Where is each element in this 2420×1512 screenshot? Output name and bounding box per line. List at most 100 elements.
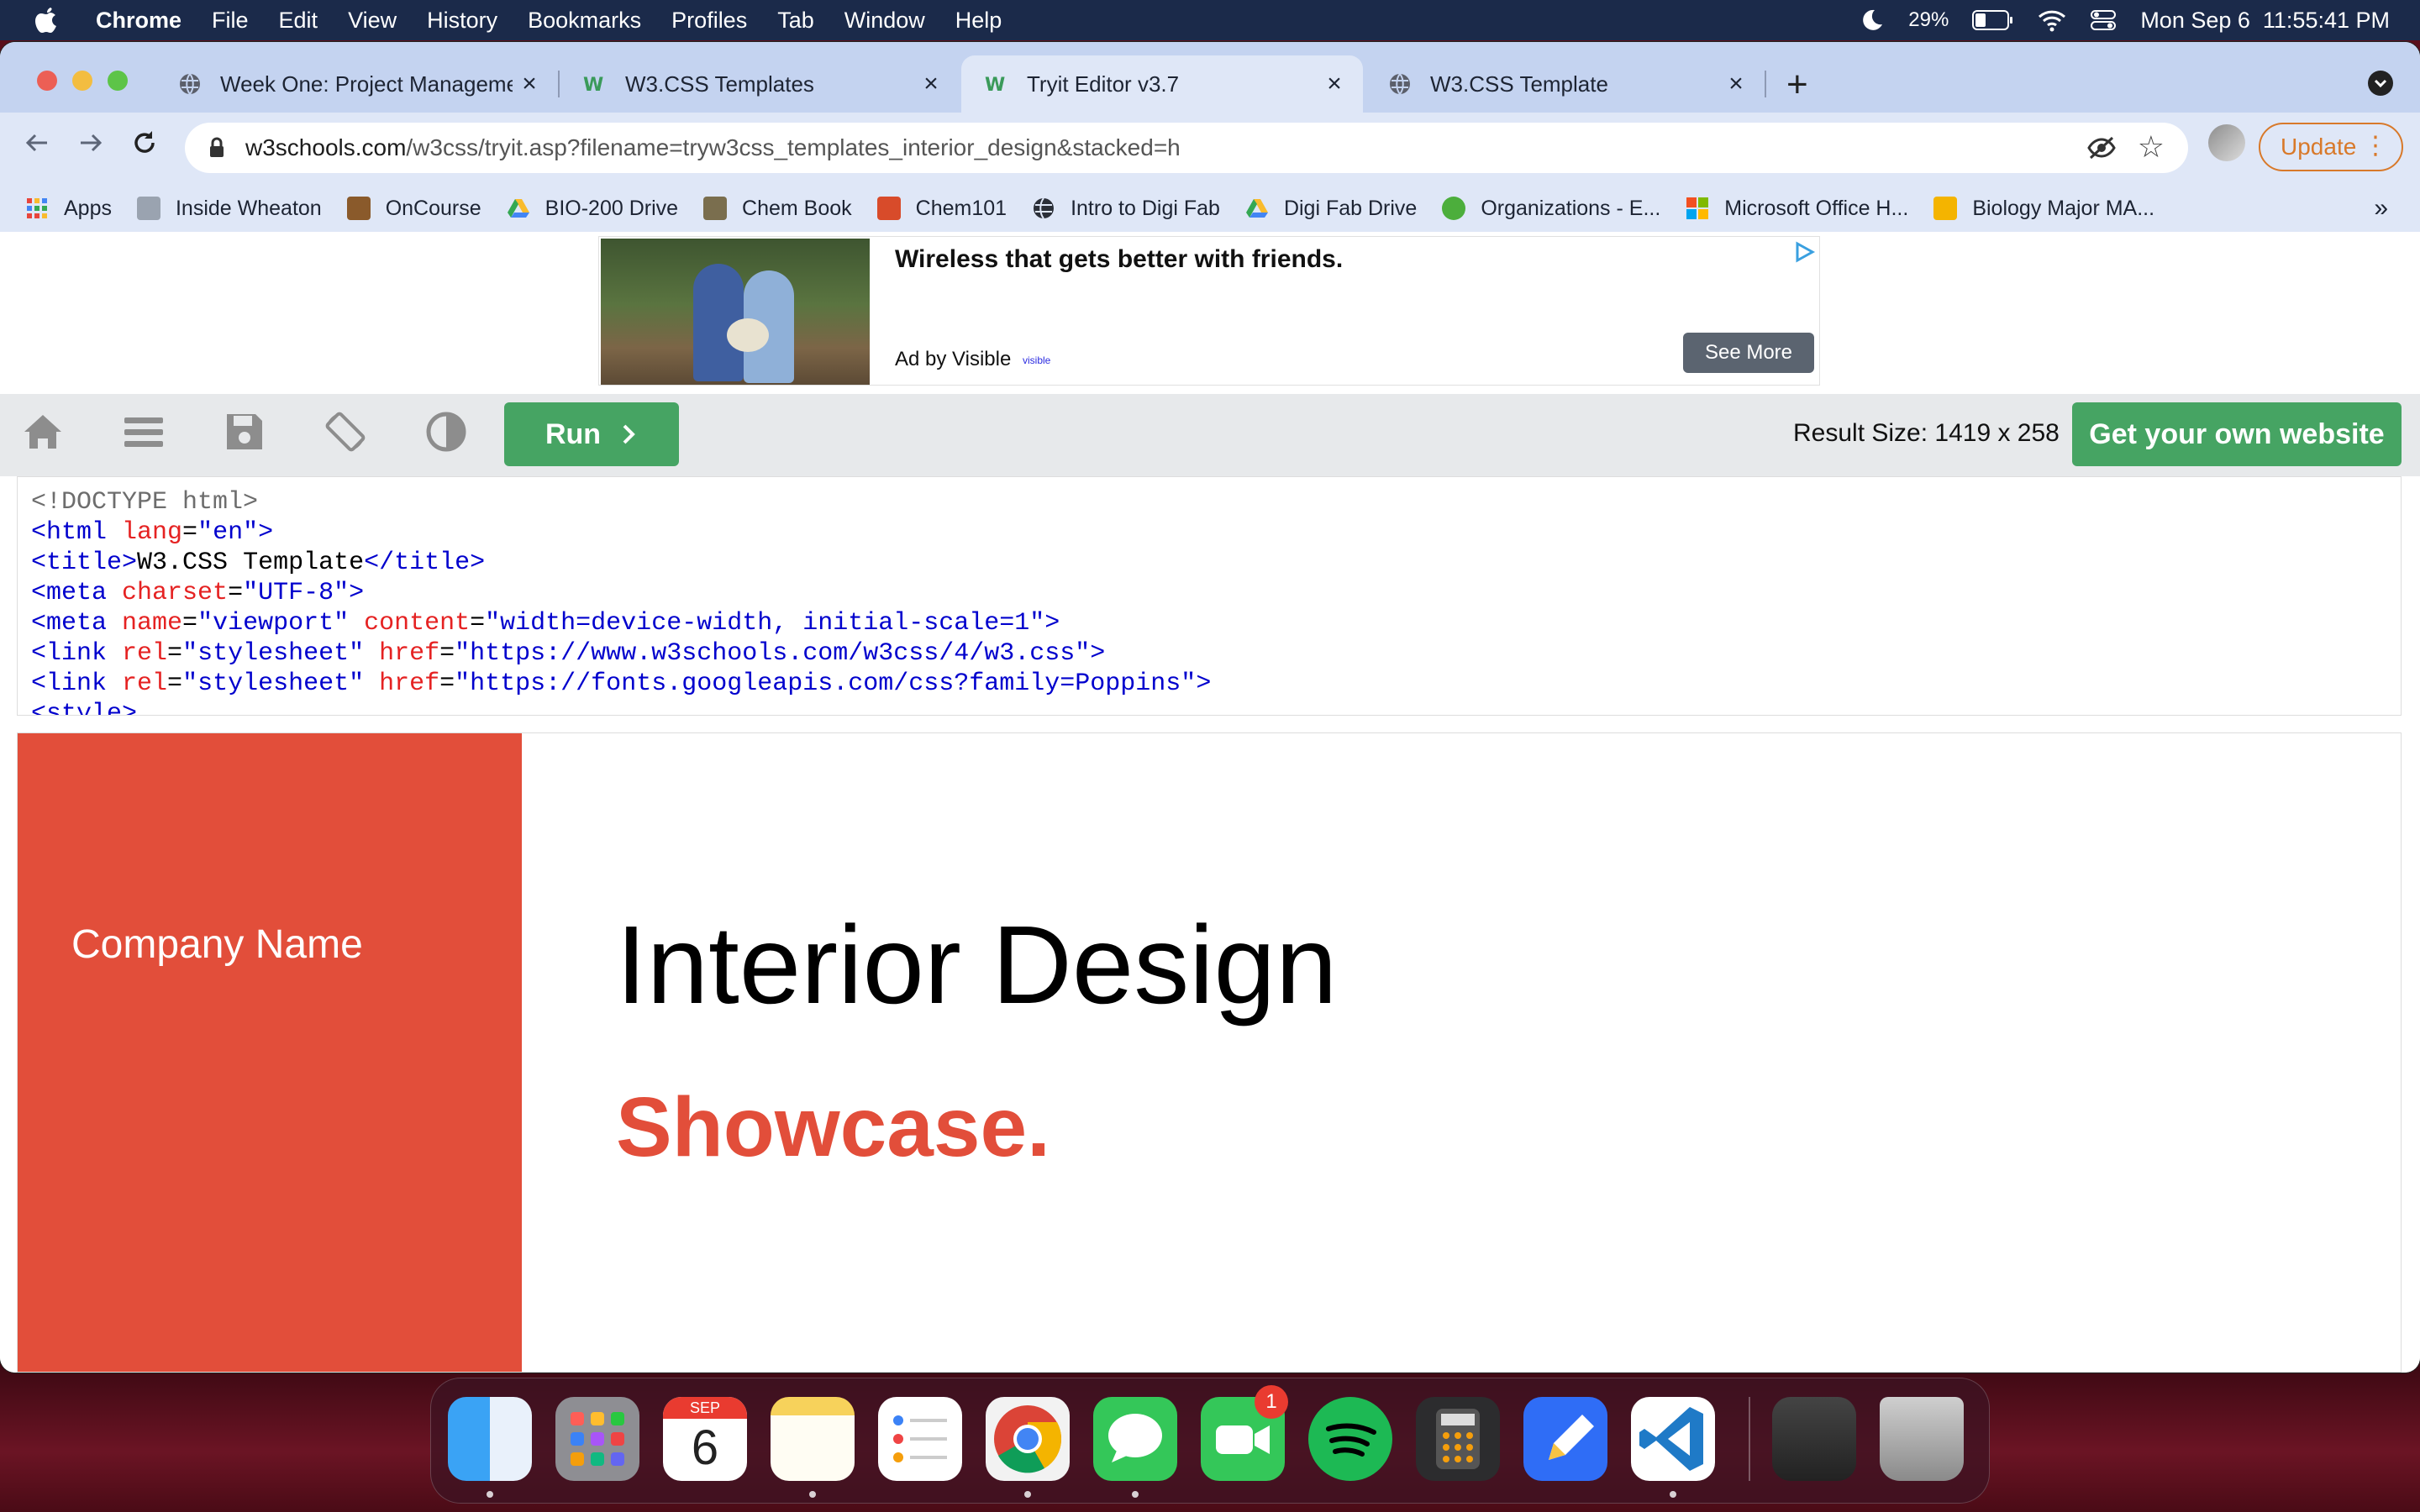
menu-file[interactable]: File (212, 8, 249, 34)
bookmark-chem101[interactable]: Chem101 (876, 197, 1007, 221)
wifi-icon[interactable] (2038, 8, 2066, 32)
menu-edit[interactable]: Edit (279, 8, 318, 34)
google-drive-icon (507, 199, 529, 218)
chrome-icon[interactable] (986, 1397, 1070, 1481)
finder-icon[interactable] (448, 1397, 532, 1481)
globe-icon (1034, 197, 1055, 219)
menu-history[interactable]: History (427, 8, 497, 34)
close-icon[interactable]: × (1719, 70, 1753, 98)
running-indicator (809, 1491, 816, 1498)
lock-icon[interactable] (208, 137, 225, 159)
tab-title: W3.CSS Templates (625, 71, 814, 97)
menu-tab[interactable]: Tab (777, 8, 814, 34)
ad-banner[interactable]: Wireless that gets better with friends. … (598, 236, 1820, 386)
bookmarks-bar: Apps Inside Wheaton OnCourse BIO-200 Dri… (0, 185, 2420, 232)
menu-help[interactable]: Help (955, 8, 1002, 34)
tab-w3css-template[interactable]: W3.CSS Template × (1365, 55, 1765, 113)
calculator-icon[interactable] (1416, 1397, 1500, 1481)
result-frame[interactable]: Company Name Interior Design Showcase. (17, 732, 2402, 1373)
back-button[interactable] (22, 128, 52, 166)
control-center-icon[interactable] (2090, 8, 2117, 32)
url-text[interactable]: w3schools.com/w3css/tryit.asp?filename=t… (245, 134, 1181, 161)
code-line: <html lang="en"> (31, 518, 274, 547)
minimize-window-button[interactable] (72, 71, 92, 91)
save-icon[interactable] (222, 409, 267, 454)
ad-see-more-button[interactable]: See More (1683, 333, 1814, 373)
ad-produce (727, 318, 769, 352)
close-icon[interactable]: × (1318, 70, 1351, 98)
reminders-icon[interactable] (878, 1397, 962, 1481)
menu-app-name[interactable]: Chrome (96, 8, 182, 34)
eye-slash-icon[interactable] (2087, 134, 2116, 161)
spotify-icon[interactable] (1308, 1397, 1392, 1481)
tab-title: W3.CSS Template (1430, 71, 1608, 97)
contrast-icon[interactable] (424, 409, 469, 454)
close-window-button[interactable] (37, 71, 57, 91)
menu-window[interactable]: Window (844, 8, 925, 34)
bookmark-star-icon[interactable]: ☆ (2138, 129, 2165, 165)
menu-profiles[interactable]: Profiles (671, 8, 747, 34)
calendar-month: SEP (663, 1397, 747, 1419)
menu-view[interactable]: View (348, 8, 397, 34)
ad-image[interactable] (601, 239, 870, 385)
bookmark-organizations[interactable]: Organizations - E... (1442, 197, 1660, 221)
chevron-double-right-icon[interactable]: » (2374, 194, 2388, 223)
bookmark-oncourse[interactable]: OnCourse (346, 196, 481, 221)
battery-icon[interactable] (1972, 9, 2014, 31)
get-your-own-website-button[interactable]: Get your own website (2072, 402, 2402, 466)
tab-week-one[interactable]: Week One: Project Managemen × (155, 55, 558, 113)
rotate-layout-icon[interactable] (323, 409, 368, 454)
update-button[interactable]: Update ⋮ (2259, 123, 2403, 171)
chevron-right-icon (623, 424, 635, 444)
reload-button[interactable] (129, 128, 160, 166)
dark-mode-icon[interactable] (1860, 8, 1885, 33)
tab-w3css-templates[interactable]: W W3.CSS Templates × (560, 55, 960, 113)
notes-icon[interactable] (771, 1397, 855, 1481)
bookmark-bio200-drive[interactable]: BIO-200 Drive (507, 197, 678, 221)
bookmark-label: Digi Fab Drive (1283, 196, 1418, 220)
code-line: <meta charset="UTF-8"> (31, 579, 365, 607)
bookmark-biology-major[interactable]: Biology Major MA... (1933, 197, 2154, 221)
menu-bookmarks[interactable]: Bookmarks (528, 8, 641, 34)
code-editor[interactable]: <!DOCTYPE html> <html lang="en"> <title>W3… (17, 476, 2402, 716)
menu-icon[interactable] (121, 409, 166, 454)
bookmark-digi-fab-drive[interactable]: Digi Fab Drive (1245, 197, 1417, 221)
dock-separator (1749, 1397, 1750, 1481)
bookmark-intro-digi-fab[interactable]: Intro to Digi Fab (1032, 197, 1220, 221)
running-indicator (1024, 1491, 1031, 1498)
vscode-logo (1639, 1407, 1703, 1471)
launchpad-icon[interactable] (555, 1397, 639, 1481)
vscode-icon[interactable] (1631, 1397, 1715, 1481)
kebab-menu-icon[interactable]: ⋮ (2363, 131, 2388, 160)
bookmark-inside-wheaton[interactable]: Inside Wheaton (136, 197, 322, 221)
reload-icon (134, 131, 155, 153)
bookmark-apps[interactable]: Apps (25, 197, 112, 221)
tab-tryit-editor[interactable]: W Tryit Editor v3.7 × (961, 55, 1363, 113)
bookmark-chem-book[interactable]: Chem Book (703, 197, 852, 221)
close-icon[interactable]: × (914, 70, 948, 98)
close-icon[interactable]: × (513, 70, 546, 98)
ad-headline[interactable]: Wireless that gets better with friends. (895, 245, 1343, 274)
address-bar[interactable]: w3schools.com/w3css/tryit.asp?filename=t… (185, 123, 2188, 173)
macos-menubar: Chrome File Edit View History Bookmarks … (0, 0, 2420, 40)
update-label: Update (2281, 134, 2357, 160)
script-editor-icon[interactable] (1523, 1397, 1607, 1481)
new-tab-button[interactable]: + (1786, 64, 1808, 106)
adchoices-icon[interactable] (1792, 240, 1816, 264)
ad-byline: Ad by Visible (895, 348, 1012, 370)
bookmark-label: Chem Book (742, 196, 852, 220)
profile-avatar[interactable] (2208, 124, 2245, 161)
bookmark-label: OnCourse (385, 196, 481, 220)
calendar-icon[interactable]: SEP 6 (663, 1397, 747, 1481)
run-button[interactable]: Run (504, 402, 679, 466)
messages-icon[interactable] (1093, 1397, 1177, 1481)
apple-icon[interactable] (34, 6, 59, 34)
home-icon[interactable] (20, 409, 66, 454)
bookmark-microsoft-office[interactable]: Microsoft Office H... (1686, 197, 1908, 221)
zoom-window-button[interactable] (108, 71, 128, 91)
trash-icon[interactable] (1880, 1397, 1964, 1481)
tab-search-button[interactable] (2368, 71, 2393, 96)
recent-window-thumbnail[interactable] (1772, 1397, 1856, 1481)
menubar-clock[interactable]: Mon Sep 6 11:55:41 PM (2140, 8, 2390, 34)
forward-button[interactable] (76, 128, 106, 166)
